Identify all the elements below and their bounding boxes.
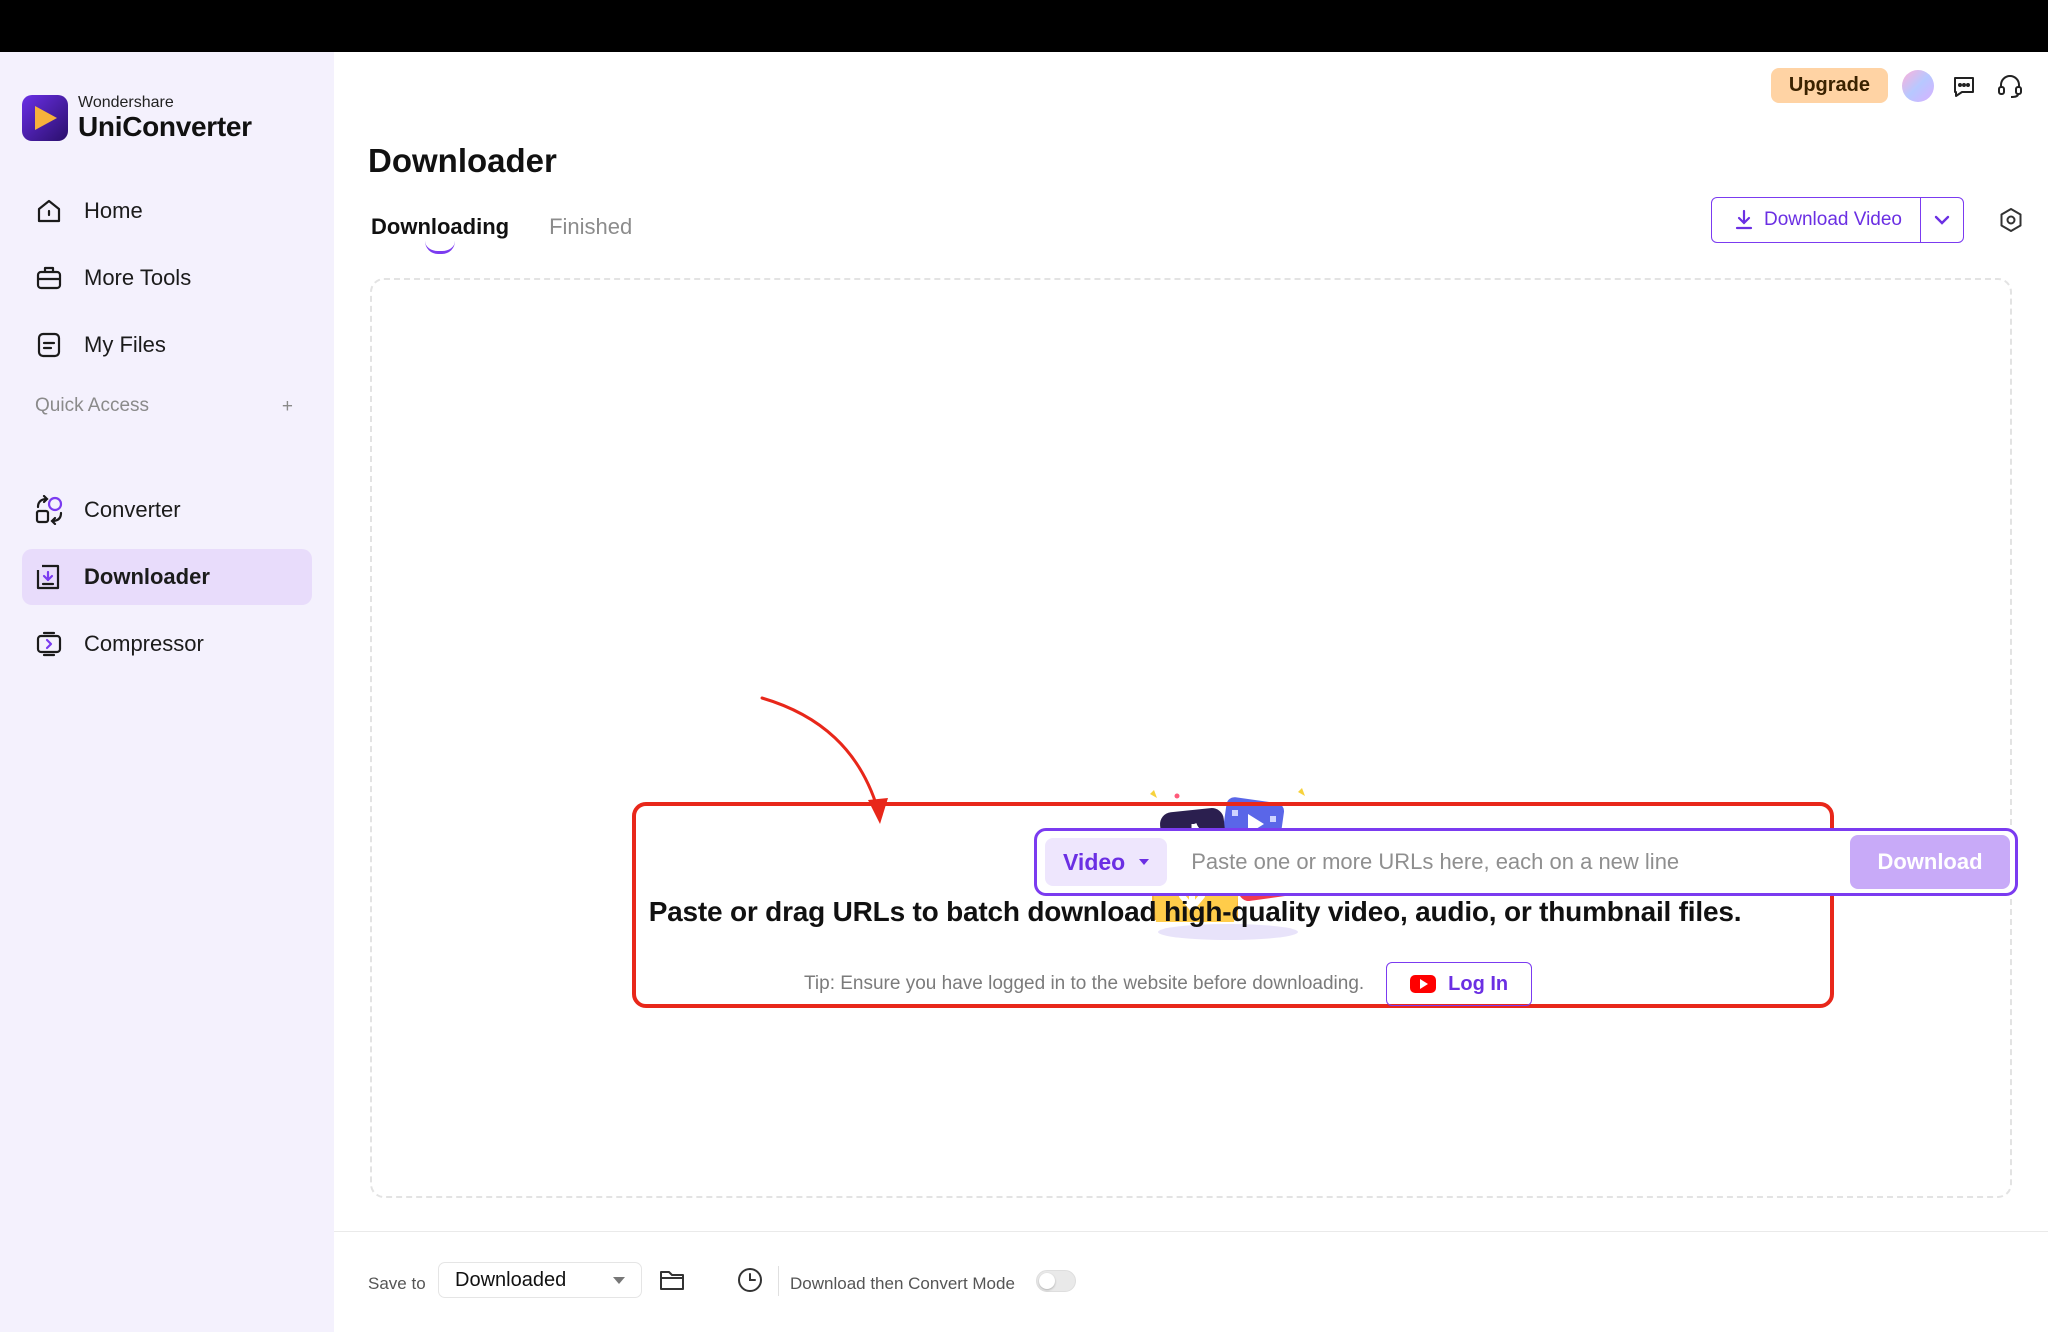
quick-access-header: Quick Access + <box>35 395 293 417</box>
home-icon <box>34 196 64 226</box>
sidebar-item-my-files[interactable]: My Files <box>22 317 312 373</box>
downloader-icon <box>34 562 64 592</box>
login-label: Log In <box>1448 972 1509 995</box>
download-video-button[interactable]: Download Video <box>1712 198 1921 242</box>
sidebar-item-home[interactable]: Home <box>22 183 312 239</box>
download-video-split-button: Download Video <box>1710 197 1964 243</box>
download-type-select[interactable]: Video <box>1045 838 1168 886</box>
toolbox-icon <box>34 263 64 293</box>
brand-product: UniConverter <box>78 111 252 142</box>
avatar[interactable] <box>1902 69 1934 102</box>
download-button[interactable]: Download <box>1850 835 2010 889</box>
sidebar-item-label: Downloader <box>84 564 210 589</box>
sidebar-item-compressor[interactable]: Compressor <box>22 616 312 672</box>
download-options-dropdown[interactable] <box>1921 198 1963 242</box>
bottom-bar: Save to Downloaded Download then Convert… <box>334 1231 2048 1332</box>
drop-zone-headline: Paste or drag URLs to batch download hig… <box>648 896 1742 927</box>
page-title: Downloader <box>368 142 557 179</box>
save-to-value: Downloaded <box>455 1268 567 1291</box>
tab-bar: Downloading Finished <box>371 214 632 254</box>
header-toolbar: Upgrade <box>1770 68 2026 103</box>
feedback-chat-icon[interactable] <box>1948 70 1980 102</box>
caret-down-icon <box>613 1276 625 1284</box>
login-tip-text: Tip: Ensure you have logged in to the we… <box>804 973 1365 994</box>
sidebar-item-more-tools[interactable]: More Tools <box>22 250 312 306</box>
convert-mode-label: Download then Convert Mode <box>790 1274 1015 1293</box>
sidebar-item-label: My Files <box>84 332 166 357</box>
sidebar-item-converter[interactable]: Converter <box>22 482 312 538</box>
sidebar-item-label: More Tools <box>84 265 192 290</box>
convert-mode-toggle[interactable] <box>1036 1270 1076 1292</box>
history-clock-icon[interactable] <box>734 1264 766 1296</box>
upgrade-button[interactable]: Upgrade <box>1770 68 1888 103</box>
compressor-icon <box>34 629 64 659</box>
file-icon <box>34 330 64 360</box>
open-folder-icon[interactable] <box>656 1264 688 1296</box>
download-type-label: Video <box>1063 848 1126 875</box>
tab-finished[interactable]: Finished <box>549 214 632 240</box>
chevron-down-icon <box>1934 215 1950 225</box>
login-button[interactable]: Log In <box>1386 962 1533 1006</box>
settings-icon[interactable] <box>1996 205 2026 235</box>
url-drop-zone[interactable] <box>370 278 2012 1198</box>
app-window: Wondershare UniConverter Home More Tools… <box>0 52 2048 1332</box>
login-tip-row: Tip: Ensure you have logged in to the we… <box>804 962 1604 1006</box>
youtube-icon <box>1410 975 1437 993</box>
sidebar-item-label: Converter <box>84 497 181 522</box>
sidebar-item-label: Home <box>84 198 143 223</box>
sidebar-item-label: Compressor <box>84 631 204 656</box>
app-logo[interactable]: Wondershare UniConverter <box>22 95 252 141</box>
url-input[interactable] <box>1191 849 1850 875</box>
support-headset-icon[interactable] <box>1994 70 2026 102</box>
download-video-label: Download Video <box>1763 209 1902 230</box>
divider <box>778 1266 779 1296</box>
caret-down-icon <box>1139 859 1150 865</box>
download-icon <box>1735 209 1753 230</box>
sidebar: Wondershare UniConverter Home More Tools… <box>0 52 334 1332</box>
sidebar-item-downloader[interactable]: Downloader <box>22 549 312 605</box>
save-to-label: Save to <box>368 1274 426 1293</box>
uniconverter-logo-icon <box>22 95 68 141</box>
tab-downloading[interactable]: Downloading <box>371 214 509 254</box>
url-input-bar: Video Download <box>1034 828 2018 896</box>
converter-icon <box>34 495 64 525</box>
top-black-bar <box>0 0 2048 52</box>
quick-access-label: Quick Access <box>35 395 150 416</box>
brand-company: Wondershare <box>78 94 174 111</box>
add-quick-access-icon[interactable]: + <box>282 397 293 416</box>
main-content: Upgrade Downloader Downloading Finished … <box>334 52 2048 1332</box>
save-to-select[interactable]: Downloaded <box>438 1262 642 1298</box>
